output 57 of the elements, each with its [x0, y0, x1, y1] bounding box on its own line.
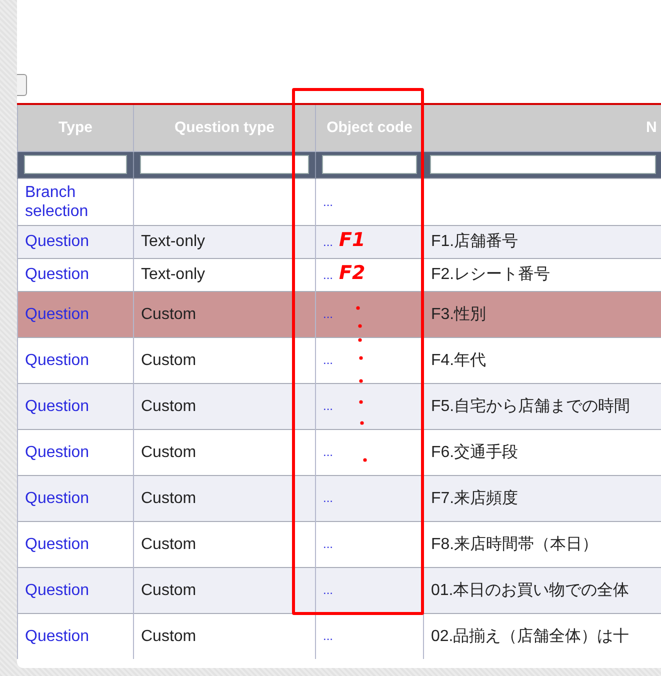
- table-cell: Custom: [141, 490, 196, 506]
- table-cell: F8.来店時間帯（本日）: [431, 536, 598, 552]
- table-cell: F5.自宅から店舗までの時間: [431, 398, 630, 414]
- type-link[interactable]: Question: [25, 534, 126, 554]
- table-cell: 02.品揃え（店舗全体）は十: [431, 628, 630, 645]
- type-link[interactable]: Question: [25, 488, 126, 508]
- type-link[interactable]: Question: [25, 350, 126, 370]
- table-cell: F7.来店頻度: [431, 490, 518, 506]
- table-cell: Custom: [141, 536, 196, 552]
- table-cell: F4.年代: [431, 352, 486, 368]
- type-link[interactable]: Question: [25, 580, 126, 600]
- table-cell: F3.性別: [431, 306, 486, 322]
- table-cell: Text-only: [141, 233, 206, 250]
- type-link[interactable]: Question: [25, 442, 126, 462]
- filter-field[interactable]: [430, 155, 656, 174]
- handwritten-label: F2: [339, 262, 366, 284]
- table-row[interactable]: Question Custom ... F4.年代: [18, 337, 661, 383]
- table-cell: Custom: [141, 582, 196, 598]
- table-row[interactable]: Question Text-only ... F1 F1.店舗番号: [18, 225, 661, 258]
- table-cell: Custom: [141, 306, 196, 322]
- filter-field[interactable]: [24, 155, 127, 174]
- type-link[interactable]: Question: [25, 232, 126, 251]
- table-row[interactable]: Branch selection ...: [18, 178, 661, 225]
- table-cell: Custom: [141, 398, 196, 414]
- filter-field[interactable]: [140, 155, 309, 174]
- object-code-link[interactable]: ...: [323, 353, 334, 367]
- table-cell: Custom: [141, 444, 196, 460]
- table-cell: Text-only: [141, 266, 206, 283]
- toolbar-button[interactable]: [17, 74, 27, 96]
- object-code-link[interactable]: ...: [323, 537, 334, 551]
- table-cell: 01.本日のお買い物での全体: [431, 582, 630, 598]
- table-row[interactable]: Question Custom ... 02.品揃え（店舗全体）は十: [18, 613, 661, 659]
- table-cell: F6.交通手段: [431, 444, 518, 460]
- table-cell: F2.レシート番号: [431, 266, 550, 283]
- table-row[interactable]: Question Custom ... F7.来店頻度: [18, 475, 661, 521]
- table-row[interactable]: Question Custom ... F6.交通手段: [18, 429, 661, 475]
- type-link[interactable]: Question: [25, 265, 126, 284]
- table-row[interactable]: Question Custom ... F5.自宅から店舗までの時間: [18, 383, 661, 429]
- table-row[interactable]: Question Custom ... F8.来店時間帯（本日）: [18, 521, 661, 567]
- object-code-link[interactable]: ...: [323, 268, 334, 282]
- object-code-link[interactable]: ...: [323, 445, 334, 459]
- table-cell: Custom: [141, 628, 196, 645]
- object-code-link[interactable]: ...: [323, 194, 334, 208]
- table-row[interactable]: Question Text-only ... F2 F2.レシート番号: [18, 258, 661, 291]
- table-cell: Custom: [141, 352, 196, 368]
- object-code-link[interactable]: ...: [323, 491, 334, 505]
- type-link[interactable]: Question: [25, 626, 126, 646]
- handwritten-label: F1: [339, 229, 366, 251]
- object-code-link[interactable]: ...: [323, 399, 334, 413]
- type-link[interactable]: Branch selection: [25, 182, 126, 220]
- type-link[interactable]: Question: [25, 396, 126, 416]
- filter-field[interactable]: [322, 155, 417, 174]
- table-row[interactable]: Question Custom ... 01.本日のお買い物での全体: [18, 567, 661, 613]
- object-code-link[interactable]: ...: [323, 629, 334, 644]
- object-code-link[interactable]: ...: [323, 235, 334, 249]
- object-code-link[interactable]: ...: [323, 583, 334, 597]
- table-cell: F1.店舗番号: [431, 233, 518, 250]
